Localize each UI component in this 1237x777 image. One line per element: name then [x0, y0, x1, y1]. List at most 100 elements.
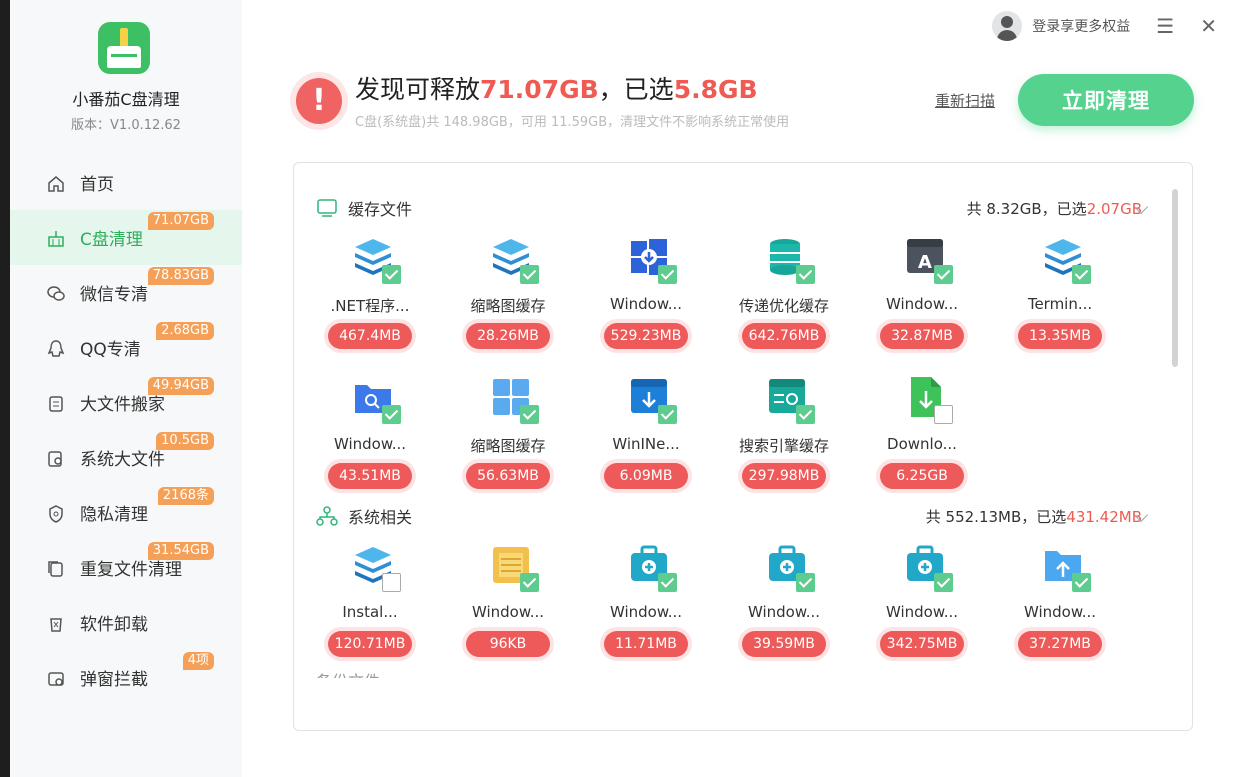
- item-name: Window...: [471, 603, 545, 621]
- section-summary: 共 8.32GB，已选2.07GB: [967, 198, 1149, 219]
- item-name: Window...: [1023, 603, 1097, 621]
- item-name: 缩略图缓存: [470, 297, 546, 315]
- item-checkbox[interactable]: [382, 405, 401, 424]
- item-size-badge: 11.71MB: [604, 631, 688, 657]
- item-size-badge: 467.4MB: [328, 323, 412, 349]
- clean-item[interactable]: A Window... 32.87MB: [872, 235, 972, 349]
- sidebar-item-system-large-files[interactable]: 系统大文件 10.5GB: [10, 430, 242, 485]
- sidebar-item-label: C盘清理: [80, 230, 143, 250]
- broom-basket-icon: [46, 229, 64, 247]
- clean-item[interactable]: WinINe... 6.09MB: [596, 375, 696, 489]
- sidebar-item-c-clean[interactable]: C盘清理 71.07GB: [10, 210, 242, 265]
- item-checkbox[interactable]: [520, 405, 539, 424]
- monitor-icon: [316, 197, 338, 219]
- item-size-badge: 96KB: [466, 631, 550, 657]
- clean-item[interactable]: 搜索引擎缓存 297.98MB: [734, 375, 834, 489]
- app-version: 版本：V1.0.12.62: [71, 118, 181, 133]
- item-checkbox[interactable]: [934, 265, 953, 284]
- home-icon: [46, 174, 64, 192]
- close-icon[interactable]: ✕: [1200, 14, 1217, 38]
- document-list-icon: [46, 394, 64, 412]
- selected-size: 5.8GB: [673, 75, 758, 104]
- sidebar-item-duplicate-files[interactable]: 重复文件清理 31.54GB: [10, 540, 242, 595]
- count-badge: 78.83GB: [147, 267, 214, 285]
- item-name: 传递优化缓存: [738, 297, 829, 315]
- clean-item[interactable]: Window... 39.59MB: [734, 543, 834, 657]
- item-checkbox[interactable]: [658, 265, 677, 284]
- sidebar-item-privacy-clean[interactable]: 隐私清理 2168条: [10, 485, 242, 540]
- count-badge: 49.94GB: [147, 377, 214, 395]
- clean-item[interactable]: Downlo... 6.25GB: [872, 375, 972, 489]
- shield-icon: [46, 504, 64, 523]
- scrollbar[interactable]: [1172, 189, 1178, 367]
- item-checkbox[interactable]: [934, 405, 953, 424]
- item-checkbox[interactable]: [658, 405, 677, 424]
- sidebar-item-uninstall[interactable]: 软件卸载: [10, 595, 242, 650]
- item-checkbox[interactable]: [796, 573, 815, 592]
- clean-item[interactable]: Termin... 13.35MB: [1010, 235, 1110, 349]
- count-badge: 31.54GB: [147, 542, 214, 560]
- item-checkbox[interactable]: [1072, 573, 1091, 592]
- count-badge: 71.07GB: [147, 212, 214, 230]
- clean-item[interactable]: 缩略图缓存 28.26MB: [458, 235, 558, 349]
- sidebar-item-label: 系统大文件: [80, 450, 165, 470]
- item-checkbox[interactable]: [658, 573, 677, 592]
- clean-item[interactable]: Window... 342.75MB: [872, 543, 972, 657]
- item-checkbox[interactable]: [520, 265, 539, 284]
- headline-prefix: 发现可释放: [355, 75, 481, 104]
- item-size-badge: 297.98MB: [742, 463, 826, 489]
- app-name: 小番茄C盘清理: [72, 90, 180, 109]
- item-name: Window...: [885, 295, 959, 313]
- clean-item[interactable]: Window... 529.23MB: [596, 235, 696, 349]
- item-name: Window...: [609, 603, 683, 621]
- item-size-badge: 120.71MB: [328, 631, 412, 657]
- item-checkbox[interactable]: [520, 573, 539, 592]
- count-badge: 4项: [182, 652, 214, 670]
- item-checkbox[interactable]: [934, 573, 953, 592]
- section-title: 缓存文件: [348, 200, 413, 219]
- hierarchy-icon: [316, 505, 338, 527]
- clean-item[interactable]: Window... 96KB: [458, 543, 558, 657]
- item-size-badge: 6.09MB: [604, 463, 688, 489]
- section-header[interactable]: 缓存文件 共 8.32GB，已选2.07GB: [316, 195, 1162, 221]
- alert-icon: !: [296, 78, 342, 124]
- item-checkbox[interactable]: [1072, 265, 1091, 284]
- sidebar-item-large-file-move[interactable]: 大文件搬家 49.94GB: [10, 375, 242, 430]
- releasable-size: 71.07GB: [480, 75, 599, 104]
- clean-now-button[interactable]: 立即清理: [1018, 74, 1194, 126]
- item-checkbox[interactable]: [382, 573, 401, 592]
- count-badge: 2168条: [157, 487, 214, 505]
- item-checkbox[interactable]: [796, 265, 815, 284]
- sidebar-item-label: 隐私清理: [80, 505, 148, 525]
- item-size-badge: 43.51MB: [328, 463, 412, 489]
- window-edge: [0, 0, 10, 777]
- section-header[interactable]: 系统相关 共 552.13MB，已选431.42MB: [316, 503, 1162, 529]
- sidebar-item-wechat[interactable]: 微信专清 78.83GB: [10, 265, 242, 320]
- item-size-badge: 28.26MB: [466, 323, 550, 349]
- clean-item[interactable]: Window... 37.27MB: [1010, 543, 1110, 657]
- login-link[interactable]: 登录享更多权益: [1032, 16, 1130, 36]
- item-size-badge: 56.63MB: [466, 463, 550, 489]
- item-name: 搜索引擎缓存: [738, 437, 829, 455]
- clean-item[interactable]: Instal... 120.71MB: [320, 543, 420, 657]
- clean-item[interactable]: 缩略图缓存 56.63MB: [458, 375, 558, 489]
- avatar[interactable]: [992, 11, 1023, 41]
- app-logo-icon: [98, 22, 150, 74]
- top-bar: 登录享更多权益 ☰ ✕: [992, 10, 1217, 42]
- sidebar-item-popup-block[interactable]: 弹窗拦截 4项: [10, 650, 242, 705]
- clean-item[interactable]: .NET程序... 467.4MB: [320, 235, 420, 349]
- clean-item[interactable]: Window... 11.71MB: [596, 543, 696, 657]
- sidebar-item-qq[interactable]: QQ专清 2.68GB: [10, 320, 242, 375]
- wechat-icon: [46, 284, 65, 302]
- rescan-link[interactable]: 重新扫描: [935, 90, 995, 111]
- item-name: Window...: [747, 603, 821, 621]
- sidebar-item-label: 弹窗拦截: [80, 670, 148, 690]
- menu-icon[interactable]: ☰: [1156, 14, 1174, 38]
- item-checkbox[interactable]: [382, 265, 401, 284]
- clean-item[interactable]: 传递优化缓存 642.76MB: [734, 235, 834, 349]
- item-checkbox[interactable]: [796, 405, 815, 424]
- sidebar-item-home[interactable]: 首页: [10, 155, 242, 210]
- sidebar-item-label: 微信专清: [80, 285, 148, 305]
- svg-text:A: A: [918, 252, 932, 273]
- clean-item[interactable]: Window... 43.51MB: [320, 375, 420, 489]
